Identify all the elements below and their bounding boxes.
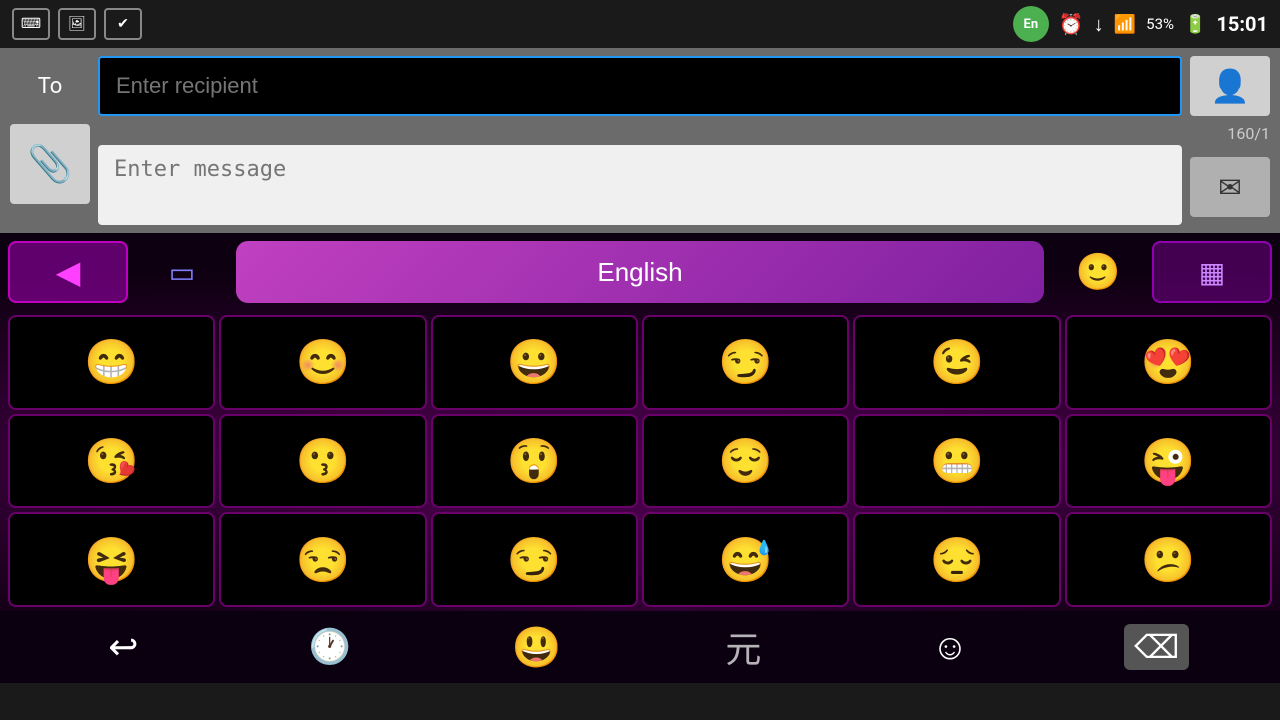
emoji-smirk[interactable]: 😏 [642,315,849,410]
dotted-face-icon: ☺ [932,626,969,668]
keyboard-area: ◀ ▭ English 🙂 ▦ 😁 😊 😀 😏 😉 😍 😘 😗 😲 😌 😬 😜 … [0,233,1280,683]
download-icon: ↓ [1094,12,1104,37]
recipient-input[interactable] [98,56,1182,116]
emoji-grimacing[interactable]: 😬 [853,414,1060,509]
clipboard-icon: ▭ [169,256,195,289]
emoji-grinning[interactable]: 😁 [8,315,215,410]
emoji-relieved[interactable]: 😌 [642,414,849,509]
clipboard-button[interactable]: ▭ [132,241,232,303]
smiley-icon: 🙂 [1076,251,1121,293]
message-input[interactable] [98,145,1182,225]
keyboard-bottom-bar: ↩ 🕐 😃 元 ☺ ⌫ [0,611,1280,683]
contact-picker-button[interactable]: 👤 [1190,56,1270,116]
send-button[interactable]: ✉ [1190,157,1270,217]
emoji-top-button[interactable]: 🙂 [1048,241,1148,303]
settings-button[interactable]: ▦ [1152,241,1272,303]
alarm-icon: ⏰ [1059,12,1084,36]
emoji-kissing[interactable]: 😗 [219,414,426,509]
back-button[interactable]: ↩ [20,617,227,677]
emoji-bottom-button[interactable]: 😃 [433,617,640,677]
emoji-winking-tongue[interactable]: 😜 [1065,414,1272,509]
battery-text: 53% [1146,15,1174,33]
microphone-icon: ◀ [56,253,81,291]
contact-icon: 👤 [1210,67,1250,105]
language-badge: En [1013,6,1049,42]
face-button[interactable]: ☺ [847,617,1054,677]
backspace-icon: ⌫ [1124,624,1189,670]
emoji-heart-eyes[interactable]: 😍 [1065,315,1272,410]
char-count: 160/1 [1227,124,1270,143]
back-arrow-icon: ↩ [108,626,138,668]
emoji-astonished[interactable]: 😲 [431,414,638,509]
to-label: To [10,74,90,99]
keyboard-icon: ⌨ [12,8,50,40]
message-wrapper: 160/1 ✉ [98,124,1270,225]
battery-icon: 🔋 [1184,14,1206,35]
emoji-wink[interactable]: 😉 [853,315,1060,410]
status-bar: ⌨ 🖼 ✔ En ⏰ ↓ 📶 53% 🔋 15:01 [0,0,1280,48]
keyboard-top-bar: ◀ ▭ English 🙂 ▦ [0,233,1280,311]
emoji-grid: 😁 😊 😀 😏 😉 😍 😘 😗 😲 😌 😬 😜 😝 😒 😏 😅 😔 😕 [0,311,1280,611]
to-row: To 👤 [10,56,1270,116]
keyboard-settings-icon: ▦ [1199,256,1225,289]
emoji-unamused[interactable]: 😒 [219,512,426,607]
emoji-face-icon: 😃 [512,624,562,671]
emoji-confused[interactable]: 😕 [1065,512,1272,607]
emoji-smirk2[interactable]: 😏 [431,512,638,607]
voice-button[interactable]: ◀ [8,241,128,303]
signal-icon: 📶 [1114,14,1136,35]
status-right: En ⏰ ↓ 📶 53% 🔋 15:01 [1013,6,1268,42]
kanji-icon: 元 [725,621,761,673]
time-display: 15:01 [1216,12,1268,36]
emoji-sweat-smile[interactable]: 😅 [642,512,849,607]
messaging-area: To 👤 📎 160/1 ✉ [0,48,1280,233]
history-button[interactable]: 🕐 [227,617,434,677]
check-icon: ✔ [104,8,142,40]
clock-icon: 🕐 [309,627,351,667]
emoji-kissing-heart[interactable]: 😘 [8,414,215,509]
message-row: 📎 160/1 ✉ [10,124,1270,225]
kanji-button[interactable]: 元 [640,617,847,677]
attach-button[interactable]: 📎 [10,124,90,204]
emoji-smiling[interactable]: 😊 [219,315,426,410]
language-button[interactable]: English [236,241,1044,303]
send-icon: ✉ [1218,171,1241,204]
status-icons-left: ⌨ 🖼 ✔ [12,8,142,40]
emoji-pensive[interactable]: 😔 [853,512,1060,607]
emoji-grin[interactable]: 😀 [431,315,638,410]
backspace-button[interactable]: ⌫ [1053,617,1260,677]
language-label: English [597,257,682,288]
emoji-squinting-tongue[interactable]: 😝 [8,512,215,607]
image-icon: 🖼 [58,8,96,40]
